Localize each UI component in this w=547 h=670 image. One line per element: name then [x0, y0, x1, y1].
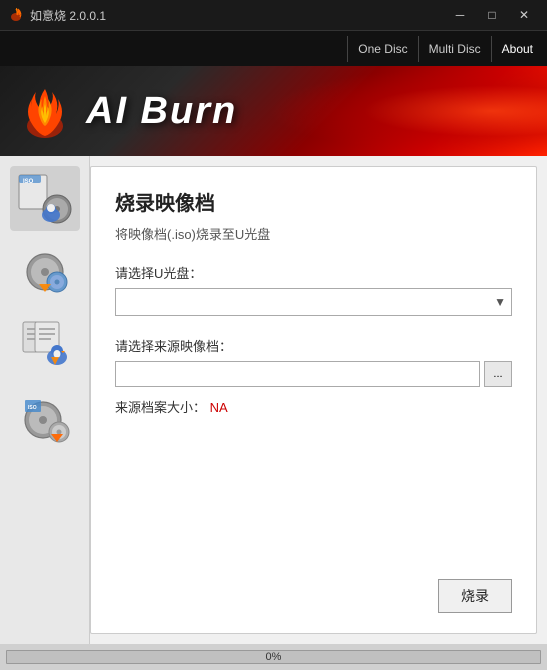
one-disc-tab[interactable]: One Disc: [347, 36, 417, 62]
sidebar-item-iso-burn2[interactable]: ISO: [10, 385, 80, 450]
file-size-text: 来源档案大小：: [115, 400, 206, 415]
iso-burn2-icon: ISO: [15, 390, 75, 445]
app-title: AI Burn: [86, 90, 237, 133]
iso-burn-icon: ISO: [15, 171, 75, 226]
about-tab[interactable]: About: [491, 36, 543, 62]
maximize-button[interactable]: □: [477, 5, 507, 25]
progress-label: 0%: [266, 651, 282, 663]
svg-text:ISO: ISO: [28, 405, 37, 411]
close-button[interactable]: ✕: [509, 5, 539, 25]
content-panel: 烧录映像档 将映像档(.iso)烧录至U光盘 请选择U光盘： ▼ 请选择来源映像…: [90, 166, 537, 634]
sidebar-item-doc[interactable]: [10, 312, 80, 377]
multi-disc-tab[interactable]: Multi Disc: [418, 36, 491, 62]
doc-icon: [15, 317, 75, 372]
progress-area: 0%: [0, 644, 547, 670]
file-label: 请选择来源映像档：: [115, 336, 512, 355]
svg-text:ISO: ISO: [23, 179, 34, 185]
flame-logo-icon: [20, 84, 70, 139]
file-size-value: NA: [210, 400, 228, 415]
sidebar-item-iso-burn[interactable]: ISO: [10, 166, 80, 231]
minimize-button[interactable]: ─: [445, 5, 475, 25]
drive-select-wrapper: ▼: [115, 288, 512, 316]
file-size-label: 来源档案大小： NA: [115, 397, 512, 416]
title-bar-left: 如意烧 2.0.0.1: [8, 7, 106, 24]
window-title: 如意烧 2.0.0.1: [30, 7, 106, 24]
burn-button[interactable]: 烧录: [438, 579, 512, 613]
sidebar-item-disc2[interactable]: [10, 239, 80, 304]
section-subtitle: 将映像档(.iso)烧录至U光盘: [115, 224, 512, 243]
app-icon: [8, 7, 24, 23]
header: AI Burn: [0, 66, 547, 156]
sidebar: ISO: [0, 156, 90, 644]
nav-bar: One Disc Multi Disc About: [0, 30, 547, 66]
disc2-icon: [15, 244, 75, 299]
drive-label: 请选择U光盘：: [115, 263, 512, 282]
progress-bar-container: 0%: [6, 650, 541, 664]
file-input-row: ...: [115, 361, 512, 387]
window-controls: ─ □ ✕: [445, 5, 539, 25]
browse-button[interactable]: ...: [484, 361, 512, 387]
main-area: ISO: [0, 156, 547, 644]
title-bar: 如意烧 2.0.0.1 ─ □ ✕: [0, 0, 547, 30]
drive-select[interactable]: [115, 288, 512, 316]
burn-btn-row: 烧录: [115, 579, 512, 613]
file-path-input[interactable]: [115, 361, 480, 387]
section-title: 烧录映像档: [115, 187, 512, 216]
